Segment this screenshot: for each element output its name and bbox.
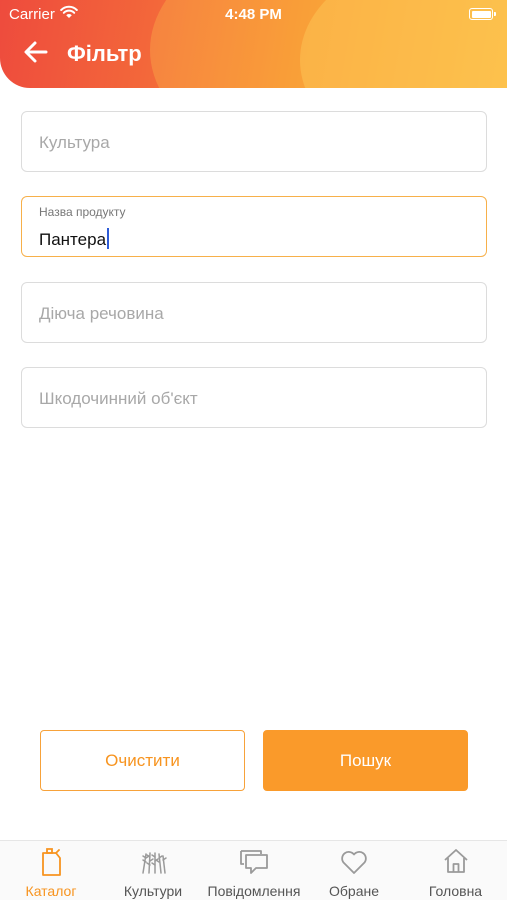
page-title: Фільтр xyxy=(67,41,142,66)
status-time: 4:48 PM xyxy=(225,6,282,23)
tab-home[interactable]: Головна xyxy=(404,841,507,900)
tab-label: Обране xyxy=(329,883,379,899)
tab-label: Головна xyxy=(428,883,483,899)
active-substance-placeholder: Діюча речовина xyxy=(39,304,164,323)
product-name-label: Назва продукту xyxy=(39,205,126,219)
culture-field[interactable]: Культура xyxy=(21,111,487,172)
tab-catalog[interactable]: Каталог xyxy=(0,841,102,900)
culture-placeholder: Культура xyxy=(39,133,110,152)
product-name-field[interactable]: Назва продукту Пантера xyxy=(21,196,487,257)
wheat-icon xyxy=(138,850,168,879)
tab-cultures[interactable]: Культури xyxy=(102,841,204,900)
harmful-object-placeholder: Шкодочинний об'єкт xyxy=(39,389,198,408)
clear-button[interactable]: Очистити xyxy=(40,730,245,791)
text-caret xyxy=(107,228,110,249)
arrow-left-icon xyxy=(24,41,48,63)
tab-favorites[interactable]: Обране xyxy=(304,841,404,900)
active-substance-field[interactable]: Діюча речовина xyxy=(21,282,487,343)
tab-label: Каталог xyxy=(25,883,77,899)
tab-label: Культури xyxy=(123,883,183,899)
product-name-value: Пантера xyxy=(39,230,107,249)
tab-label: Повідомлення xyxy=(207,883,301,899)
search-button[interactable]: Пошук xyxy=(263,730,468,791)
status-bar: Carrier 4:48 PM xyxy=(0,0,507,28)
heart-icon xyxy=(340,849,368,880)
app-header: Carrier 4:48 PM Фільтр xyxy=(0,0,507,88)
canister-icon xyxy=(39,847,63,882)
tab-messages[interactable]: Повідомлення xyxy=(204,841,304,900)
harmful-object-field[interactable]: Шкодочинний об'єкт xyxy=(21,367,487,428)
battery-icon xyxy=(469,8,496,20)
chat-icon xyxy=(239,849,269,880)
product-name-input-wrap[interactable]: Пантера xyxy=(39,228,110,250)
home-icon xyxy=(442,848,470,879)
back-button[interactable] xyxy=(22,38,52,66)
tab-bar: Каталог Культури Повідомлення Обране Гол… xyxy=(0,840,507,900)
